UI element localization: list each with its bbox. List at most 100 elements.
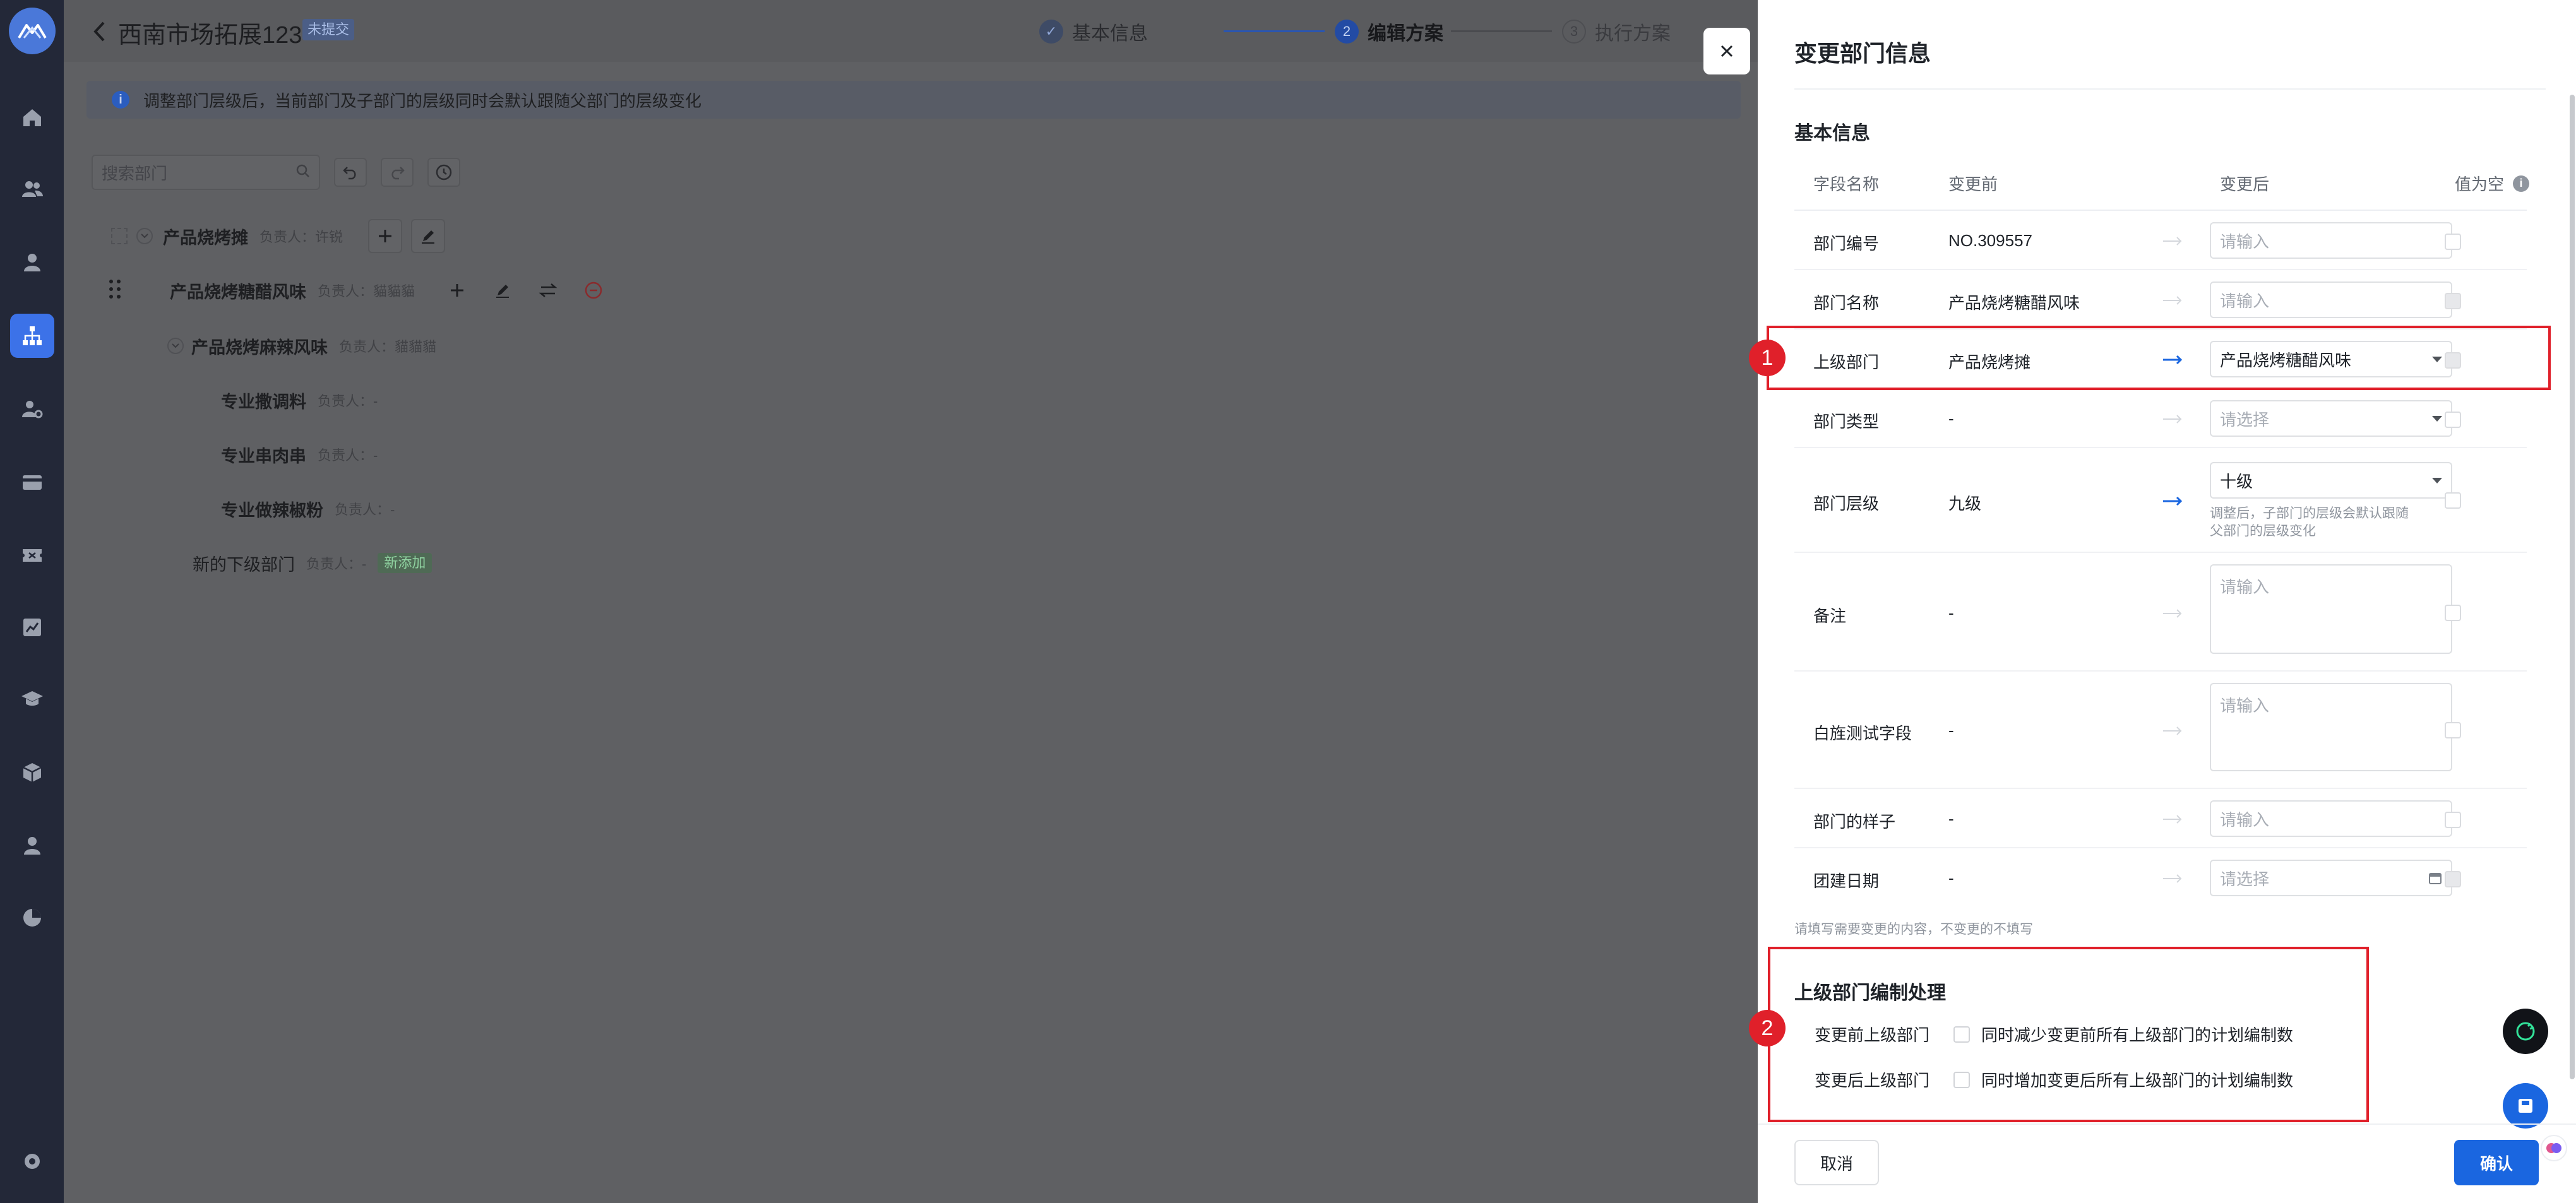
side-rail xyxy=(0,0,64,1203)
clock-icon xyxy=(436,164,452,181)
divider xyxy=(1794,88,2546,90)
edit-icon[interactable] xyxy=(486,273,520,307)
history-button[interactable] xyxy=(427,158,460,187)
step-basic-info[interactable]: ✓ 基本信息 xyxy=(1039,18,1148,45)
empty-checkbox[interactable] xyxy=(2445,234,2461,250)
arrow-right-icon xyxy=(2163,296,2182,305)
field-before-value: NO.309557 xyxy=(1948,231,2032,250)
step-edit-plan[interactable]: 2 编辑方案 xyxy=(1335,18,1443,45)
field-row-dept-name: 部门名称 产品烧烤糖醋风味 请输入 xyxy=(1794,270,2527,329)
test-field-textarea[interactable]: 请输入 xyxy=(2210,683,2452,771)
step-label: 编辑方案 xyxy=(1368,23,1443,44)
tree-node-name: 产品烧烤摊 xyxy=(163,228,248,247)
tree-node-owner: 负责人：- xyxy=(335,502,395,518)
placeholder: 请选择 xyxy=(2220,410,2270,429)
calendar-icon xyxy=(2429,873,2442,884)
edit-icon[interactable] xyxy=(411,219,446,253)
undo-icon xyxy=(343,167,356,180)
chevron-down-icon[interactable] xyxy=(167,338,184,354)
field-row-dept-code: 部门编号 NO.309557 请输入 xyxy=(1794,211,2527,270)
confirm-button[interactable]: 确认 xyxy=(2454,1140,2539,1185)
person-icon[interactable] xyxy=(0,234,64,292)
dept-type-select[interactable]: 请选择 xyxy=(2210,400,2452,437)
brain-icon[interactable] xyxy=(2541,1135,2567,1161)
users-icon[interactable] xyxy=(0,160,64,218)
empty-checkbox[interactable] xyxy=(2445,412,2461,428)
fill-hint: 请填写需要变更的内容，不变更的不填写 xyxy=(1794,922,2033,937)
column-header-field: 字段名称 xyxy=(1813,175,1880,194)
change-department-drawer: 变更部门信息 基本信息 字段名称 变更前 变更后 值为空 i 部门编号 NO.3… xyxy=(1749,0,2576,1203)
sparkle-icon xyxy=(2516,1022,2535,1041)
field-before-value: - xyxy=(1948,868,1954,887)
dept-code-input[interactable]: 请输入 xyxy=(2210,222,2452,259)
tree-row[interactable]: 产品烧烤麻辣风味 负责人：貓貓貓 xyxy=(167,327,436,365)
dept-level-select[interactable]: 十级 xyxy=(2210,462,2452,499)
tree-row[interactable]: 专业撒调料 负责人：- xyxy=(221,381,378,419)
empty-checkbox[interactable] xyxy=(2445,812,2461,828)
person-badge-icon[interactable] xyxy=(0,817,64,875)
tree-node-owner: 负责人：许锐 xyxy=(259,229,343,245)
undo-button[interactable] xyxy=(334,158,367,187)
team-building-date-picker[interactable]: 请选择 xyxy=(2210,860,2452,896)
chevron-down-icon[interactable] xyxy=(136,228,153,244)
step-execute-plan[interactable]: 3 执行方案 xyxy=(1562,18,1671,45)
field-row-dept-appearance: 部门的样子 - 请输入 xyxy=(1794,789,2527,848)
card-icon[interactable] xyxy=(0,453,64,511)
dept-appearance-input[interactable]: 请输入 xyxy=(2210,800,2452,837)
dept-name-input[interactable]: 请输入 xyxy=(2210,281,2452,318)
search-input[interactable]: 搜索部门 xyxy=(92,155,320,190)
remove-icon[interactable] xyxy=(576,273,611,307)
redo-button[interactable] xyxy=(381,158,414,187)
cancel-button[interactable]: 取消 xyxy=(1794,1140,1879,1185)
placeholder: 请输入 xyxy=(2220,291,2270,311)
chart-icon[interactable] xyxy=(0,598,64,656)
section-basic-info: 基本信息 xyxy=(1794,123,1870,144)
scrollbar[interactable] xyxy=(2570,95,2575,1079)
tree-row[interactable]: 专业串肉串 负责人：- xyxy=(221,436,378,473)
back-icon[interactable] xyxy=(88,19,110,44)
empty-checkbox[interactable] xyxy=(2445,605,2461,621)
page-title: 西南市场拓展123 xyxy=(118,22,302,49)
tree-row[interactable]: 专业做辣椒粉 负责人：- xyxy=(221,490,395,528)
drag-handle-icon[interactable] xyxy=(108,278,122,303)
annotation-badge-1: 1 xyxy=(1749,340,1786,376)
add-icon[interactable] xyxy=(440,273,474,307)
tree-node-owner: 负责人：- xyxy=(306,556,367,572)
info-icon: i xyxy=(112,91,129,109)
field-row-remark: 备注 - 请输入 xyxy=(1794,553,2527,672)
add-icon[interactable] xyxy=(368,219,403,253)
column-header-empty: 值为空 i xyxy=(2455,172,2530,195)
logo-icon[interactable] xyxy=(9,8,56,54)
placeholder: 请输入 xyxy=(2220,810,2270,829)
tree-row[interactable]: 产品烧烤摊 负责人：许锐 xyxy=(111,217,446,255)
pie-icon[interactable] xyxy=(0,889,64,947)
selected-value: 十级 xyxy=(2220,471,2253,491)
tree-row[interactable]: 新的下级部门 负责人：- 新添加 xyxy=(193,544,432,582)
close-drawer-button[interactable] xyxy=(1703,28,1750,74)
assistant-fab[interactable] xyxy=(2503,1009,2548,1054)
cube-icon[interactable] xyxy=(0,744,64,802)
tree-node-name: 产品烧烤糖醋风味 xyxy=(170,282,306,302)
home-icon[interactable] xyxy=(0,88,64,146)
org-chart-icon[interactable] xyxy=(0,307,64,365)
caret-down-icon xyxy=(2432,477,2442,483)
save-fab[interactable] xyxy=(2503,1083,2548,1129)
person-settings-icon[interactable] xyxy=(0,380,64,438)
field-name: 部门名称 xyxy=(1813,293,1880,312)
transfer-icon[interactable] xyxy=(531,273,565,307)
remark-textarea[interactable]: 请输入 xyxy=(2210,564,2452,654)
field-name: 部门类型 xyxy=(1813,412,1880,431)
field-row-team-building-date: 团建日期 - 请选择 xyxy=(1794,848,2527,908)
drag-handle-icon[interactable] xyxy=(111,228,128,244)
graduation-icon[interactable] xyxy=(0,670,64,728)
placeholder: 请输入 xyxy=(2220,578,2270,596)
empty-checkbox[interactable] xyxy=(2445,722,2461,738)
empty-checkbox[interactable] xyxy=(2445,492,2461,509)
ticket-icon[interactable] xyxy=(0,526,64,584)
settings-icon[interactable] xyxy=(0,1132,64,1190)
column-header-after: 变更后 xyxy=(2220,175,2270,194)
arrow-right-icon xyxy=(2163,726,2182,735)
tree-row[interactable]: 产品烧烤糖醋风味 负责人：貓貓貓 xyxy=(108,271,611,309)
placeholder: 请输入 xyxy=(2220,232,2270,251)
info-icon[interactable]: i xyxy=(2513,175,2530,192)
